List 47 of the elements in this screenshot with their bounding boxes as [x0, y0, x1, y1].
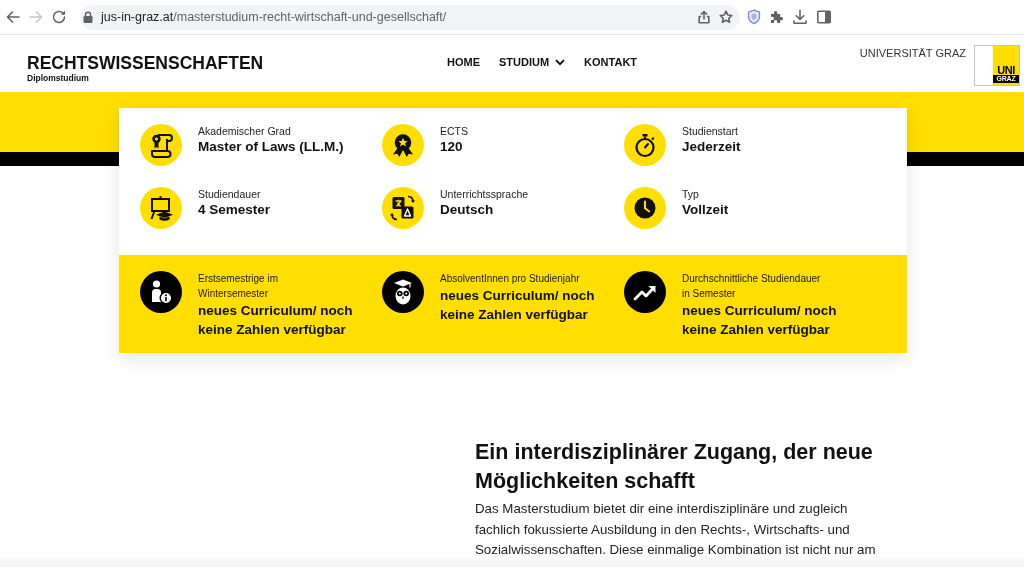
stat-value: neues Curriculum/ noch keine Zahlen verfügbar	[198, 302, 354, 339]
logo-text: UNI	[996, 65, 1016, 75]
person-info-icon	[140, 271, 182, 313]
medal-icon	[382, 124, 424, 166]
bookmark-star-icon[interactable]	[719, 10, 733, 24]
fact-value: Vollzeit	[682, 201, 729, 219]
nav-link[interactable]: KONTAKT	[584, 55, 638, 69]
article-paragraph: Das Masterstudium bietet dir eine interdisziplinäre und zugleich fachlich fokussierte Ausbildung in den Rechts-, Wirtschafts- und Sozialwissenschaften. Diese einmalige Kombination ist nicht nur am	[475, 500, 877, 559]
download-icon[interactable]	[792, 9, 808, 25]
fact-value: Master of Laws (LL.M.)	[198, 138, 344, 156]
trending-up-icon	[624, 271, 666, 313]
fact-label: Typ	[682, 187, 700, 201]
nav-link[interactable]: STUDIUM	[499, 55, 566, 69]
fact-value: Jederzeit	[682, 138, 741, 156]
nav-link[interactable]: HOME	[447, 55, 480, 69]
sidebar-icon[interactable]	[816, 9, 832, 25]
clock-icon	[624, 187, 666, 229]
fact-value: Deutsch	[440, 201, 495, 219]
puzzle-icon[interactable]	[769, 9, 785, 25]
reload-icon[interactable]	[51, 9, 67, 25]
article-heading: Ein interdisziplinärer Zugang, der neue Möglichkeiten schafft	[475, 439, 874, 495]
stat-value: neues Curriculum/ noch keine Zahlen verfügbar	[440, 287, 596, 324]
stat-label: Erstsemestrige im Wintersemester	[198, 272, 279, 301]
fact-label: Akademischer Grad	[198, 124, 292, 138]
fact-value: 120	[440, 138, 464, 156]
stat-label: Durchschnittliche Studiendauer in Semester	[682, 272, 822, 301]
address-bar[interactable]: jus-in-graz.at/masterstudium-recht-wirtschaft-und-gesellschaft/	[80, 4, 740, 30]
url-text: jus-in-graz.at/masterstudium-recht-wirtschaft-und-gesellschaft/	[101, 10, 447, 24]
back-arrow-icon[interactable]	[5, 9, 21, 25]
scroll-icon	[140, 124, 182, 166]
stat-value: neues Curriculum/ noch keine Zahlen verfügbar	[682, 302, 838, 339]
presentation-board-icon	[140, 187, 182, 229]
site-subtitle: Diplomstudium	[27, 73, 89, 83]
fact-label: Studiendauer	[198, 187, 262, 201]
site-title[interactable]: RECHTSWISSENSCHAFTEN	[27, 53, 264, 73]
stopwatch-icon	[624, 124, 666, 166]
lock-icon	[83, 11, 93, 23]
owl-icon	[382, 271, 424, 313]
translate-icon	[382, 187, 424, 229]
share-icon[interactable]	[697, 10, 711, 24]
fact-label: ECTS	[440, 124, 468, 138]
fact-label: Studienstart	[682, 124, 740, 138]
shield-icon[interactable]	[746, 9, 762, 25]
fact-value: 4 Semester	[198, 201, 271, 219]
stat-label: AbsolventInnen pro Studienjahr	[440, 272, 580, 286]
university-name: UNIVERSITÄT GRAZ	[859, 46, 966, 60]
fact-label: Unterrichtssprache	[440, 187, 529, 201]
